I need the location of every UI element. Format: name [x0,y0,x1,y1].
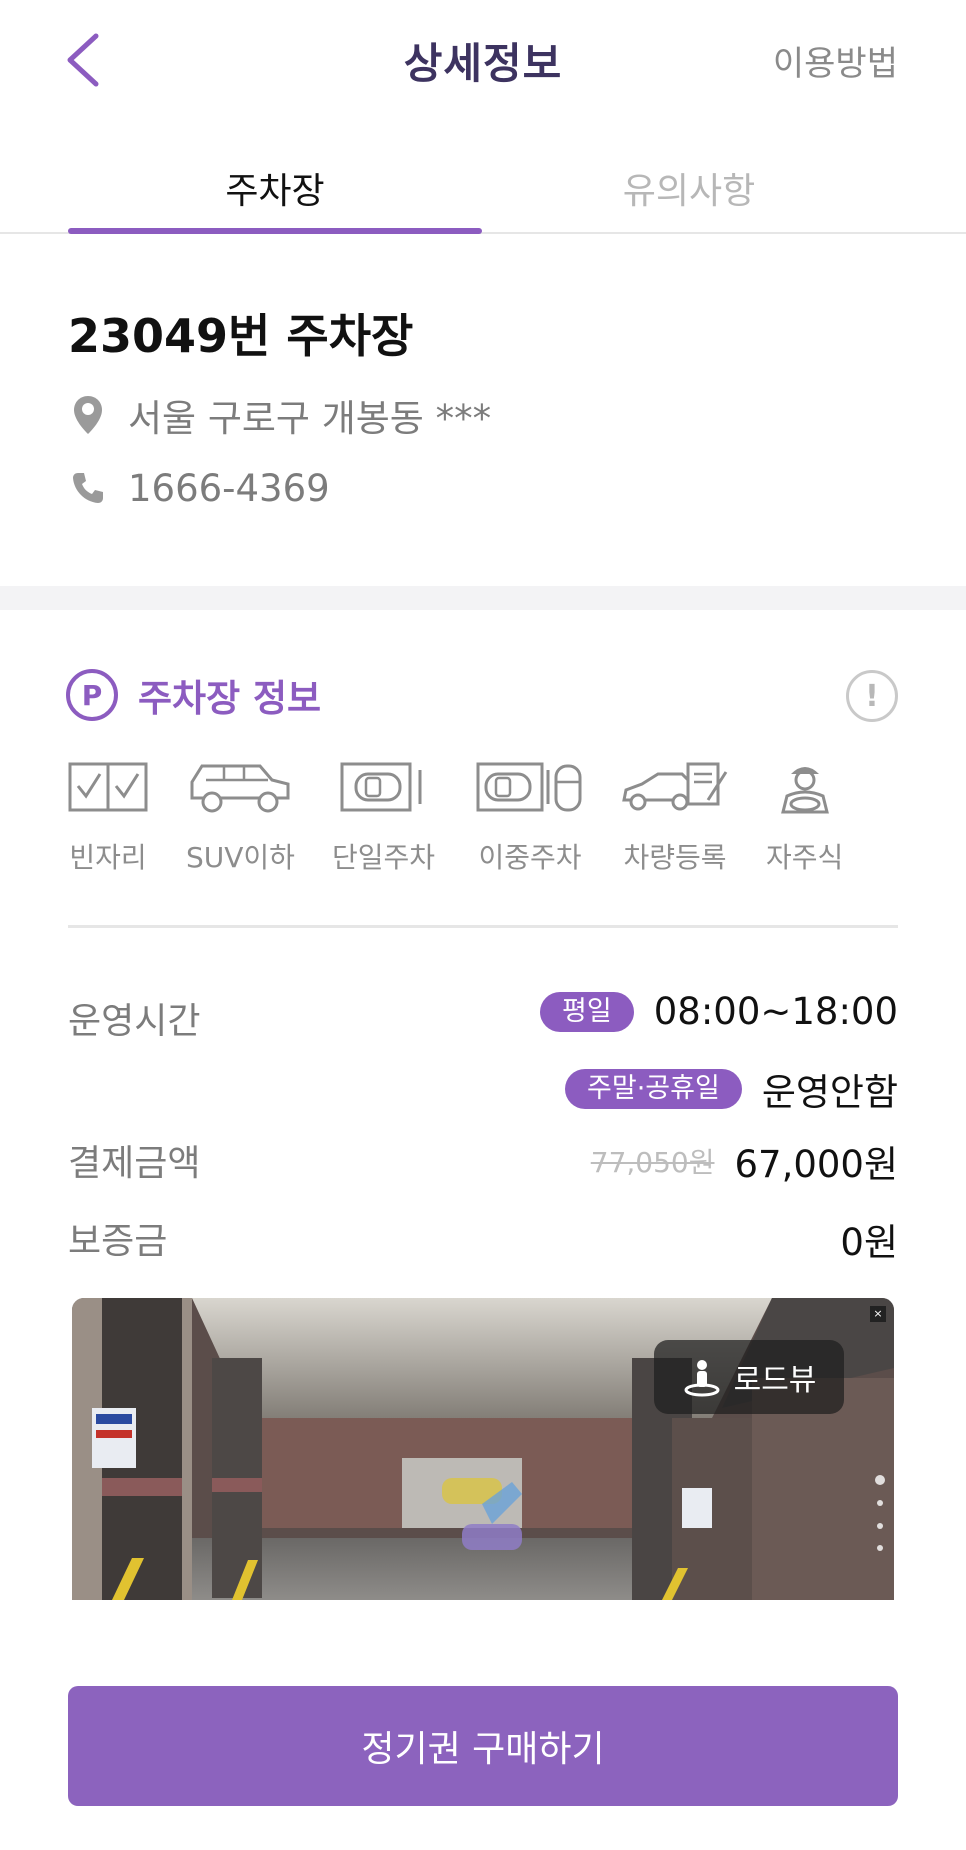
price-value: 67,000원 [734,1143,898,1186]
address-row: 서울 구로구 개봉동 *** [68,388,491,442]
deposit-value: 0원 [840,1221,898,1264]
address-text: 서울 구로구 개봉동 *** [128,397,492,440]
divider [68,925,898,928]
price-label: 결제금액 [68,1143,201,1184]
tab-bar: 주차장 유의사항 [0,150,966,234]
roadview-label: 로드뷰 [733,1363,817,1398]
feature-label: 자주식 [766,841,844,874]
weekday-hours: 08:00~18:00 [653,990,898,1033]
feature-label: SUV이하 [186,841,295,874]
feature-label: 빈자리 [69,841,147,874]
feature-suv: SUV이하 [186,756,295,876]
active-tab-indicator [68,228,482,234]
feature-double-parking: 이중주차 [476,756,584,876]
tab-parking-lot[interactable]: 주차장 [68,162,482,232]
original-price: 77,050원 [590,1146,715,1179]
hours-label: 운영시간 [68,1001,201,1042]
feature-label: 차량등록 [623,841,727,874]
weekend-hours-row: 주말·공휴일 운영안함 [565,1062,898,1116]
feature-icons: 빈자리 SUV이하 단일주차 이중주차 차량등록 자주식 [68,756,904,876]
feature-label: 이중주차 [478,841,582,874]
feature-empty-spots: 빈자리 [68,756,148,876]
price-row: 77,050원 67,000원 [591,1134,898,1188]
suv-icon [188,756,292,818]
street-person-icon [684,1360,720,1397]
parking-info-title: 주차장 정보 [138,677,322,720]
deposit-label: 보증금 [68,1221,168,1262]
weekday-badge: 평일 [540,991,634,1032]
section-divider [0,586,966,610]
exclamation-info-icon[interactable]: ! [846,670,898,722]
lot-name: 23049번 주차장 [68,309,414,363]
purchase-pass-button[interactable]: 정기권 구매하기 [68,1686,898,1806]
header: 상세정보 이용방법 [0,0,966,120]
vehicle-registration-icon [620,756,730,818]
phone-icon [68,466,108,510]
single-parking-icon [340,756,428,818]
weekend-badge: 주말·공휴일 [565,1069,742,1109]
weekday-hours-row: 평일 08:00~18:00 [540,990,898,1033]
location-pin-icon [68,393,108,437]
feature-self-park: 자주식 [766,756,843,876]
phone-number: 1666-4369 [128,466,330,510]
self-park-driver-icon [775,756,835,818]
feature-label: 단일주차 [332,841,436,874]
feature-single-parking: 단일주차 [332,756,435,876]
checkbox-slots-icon [68,756,148,818]
weekend-status: 운영안함 [761,1071,898,1114]
roadview-close-icon[interactable]: × [870,1306,886,1322]
phone-row[interactable]: 1666-4369 [68,466,330,510]
parking-info-header: P 주차장 정보 [66,668,321,722]
feature-vehicle-registration: 차량등록 [620,756,730,876]
double-parking-icon [476,756,584,818]
roadview-image[interactable]: 로드뷰 × [72,1298,894,1600]
parking-p-icon: P [66,669,118,721]
tab-notice[interactable]: 유의사항 [482,162,896,232]
how-to-use-link[interactable]: 이용방법 [773,36,898,85]
roadview-button[interactable]: 로드뷰 [654,1340,844,1414]
